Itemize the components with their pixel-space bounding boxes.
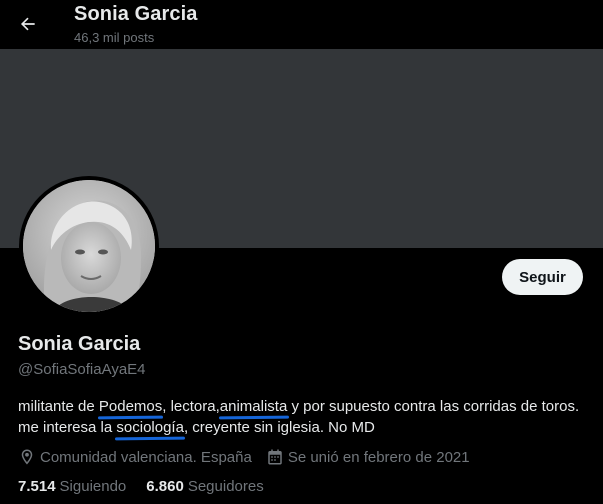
bio-text: , creyente sin iglesia. No MD xyxy=(183,419,375,436)
following-link[interactable]: 7.514 Siguiendo xyxy=(18,478,126,495)
avatar[interactable] xyxy=(19,176,159,316)
avatar-photo xyxy=(23,180,155,312)
followers-label: Seguidores xyxy=(187,478,264,495)
location-text: Comunidad valenciana. España xyxy=(40,448,252,466)
bio-text: militante de xyxy=(18,398,99,415)
following-count: 7.514 xyxy=(18,478,56,495)
followers-count: 6.860 xyxy=(146,478,184,495)
avatar-image xyxy=(23,180,155,312)
join-date-text: Se unió en febrero de 2021 xyxy=(287,448,470,466)
bio-highlight-podemos: Podemos xyxy=(98,398,163,415)
followers-link[interactable]: 6.860 Seguidores xyxy=(146,478,263,495)
header-title: Sonia Garcia xyxy=(74,3,198,25)
join-date: Se unió en febrero de 2021 xyxy=(266,448,470,466)
profile-header: Sonia Garcia 46,3 mil posts xyxy=(0,0,603,49)
posts-count: 46,3 mil posts xyxy=(74,30,155,45)
arrow-left-icon xyxy=(20,17,35,31)
calendar-icon xyxy=(268,449,282,465)
profile-stats: 7.514 Siguiendo 6.860 Seguidores xyxy=(18,478,284,495)
profile-name: Sonia Garcia xyxy=(18,333,141,355)
back-button[interactable] xyxy=(10,6,46,42)
profile-page: Sonia Garcia 46,3 mil posts Seguir Sonia… xyxy=(0,0,603,504)
follow-button[interactable]: Seguir xyxy=(502,259,583,295)
bio-highlight-sociologia: sociología xyxy=(116,419,184,436)
profile-handle: @SofiaSofiaAyaE4 xyxy=(18,361,146,378)
bio-highlight-animalista: animalista xyxy=(219,398,288,415)
profile-meta: Comunidad valenciana. España Se unió en … xyxy=(18,447,484,467)
bio-text: , lectora, xyxy=(162,398,220,415)
following-label: Siguiendo xyxy=(59,478,127,495)
location: Comunidad valenciana. España xyxy=(18,448,252,466)
location-pin-icon xyxy=(21,449,33,465)
profile-bio: militante de Podemos, lectora,animalista… xyxy=(18,396,583,438)
